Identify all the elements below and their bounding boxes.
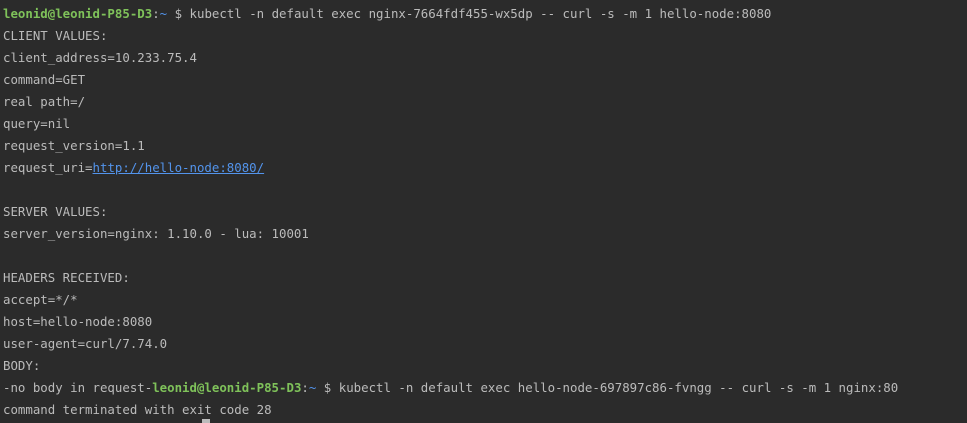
prompt-user-host: leonid@leonid-P85-D3 (3, 6, 153, 21)
output-request-version: request_version=1.1 (3, 138, 145, 153)
terminal-window[interactable]: leonid@leonid-P85-D3:~ $ kubectl -n defa… (0, 0, 967, 423)
output-body: BODY: (3, 358, 41, 373)
output-exit-message: command terminated with exit code 28 (3, 402, 272, 417)
output-host: host=hello-node:8080 (3, 314, 153, 329)
output-server-values-header: SERVER VALUES: (3, 204, 108, 219)
prompt-symbol: $ (316, 380, 339, 395)
command-text: kubectl -n default exec nginx-7664fdf455… (189, 6, 772, 21)
output-query: query=nil (3, 116, 71, 131)
output-no-body: -no body in request- (3, 380, 153, 395)
prompt-colon: : (152, 6, 160, 21)
request-uri-label: request_uri= (3, 160, 93, 175)
output-request-uri: request_uri=http://hello-node:8080/ (3, 157, 264, 179)
prompt-colon: : (301, 380, 309, 395)
request-uri-link[interactable]: http://hello-node:8080/ (93, 160, 265, 175)
command-line-2: -no body in request-leonid@leonid-P85-D3… (3, 377, 898, 399)
output-user-agent: user-agent=curl/7.74.0 (3, 336, 168, 351)
output-client-address: client_address=10.233.75.4 (3, 50, 197, 65)
output-accept: accept=*/* (3, 292, 78, 307)
prompt-symbol: $ (167, 6, 190, 21)
prompt-user-host: leonid@leonid-P85-D3 (152, 380, 302, 395)
text-cursor (202, 419, 210, 423)
output-command: command=GET (3, 72, 86, 87)
output-headers-received-header: HEADERS RECEIVED: (3, 270, 130, 285)
output-real-path: real path=/ (3, 94, 86, 109)
output-server-version: server_version=nginx: 1.10.0 - lua: 1000… (3, 226, 309, 241)
output-client-values-header: CLIENT VALUES: (3, 28, 108, 43)
command-line-1: leonid@leonid-P85-D3:~ $ kubectl -n defa… (3, 3, 771, 25)
command-text: kubectl -n default exec hello-node-69789… (338, 380, 899, 395)
